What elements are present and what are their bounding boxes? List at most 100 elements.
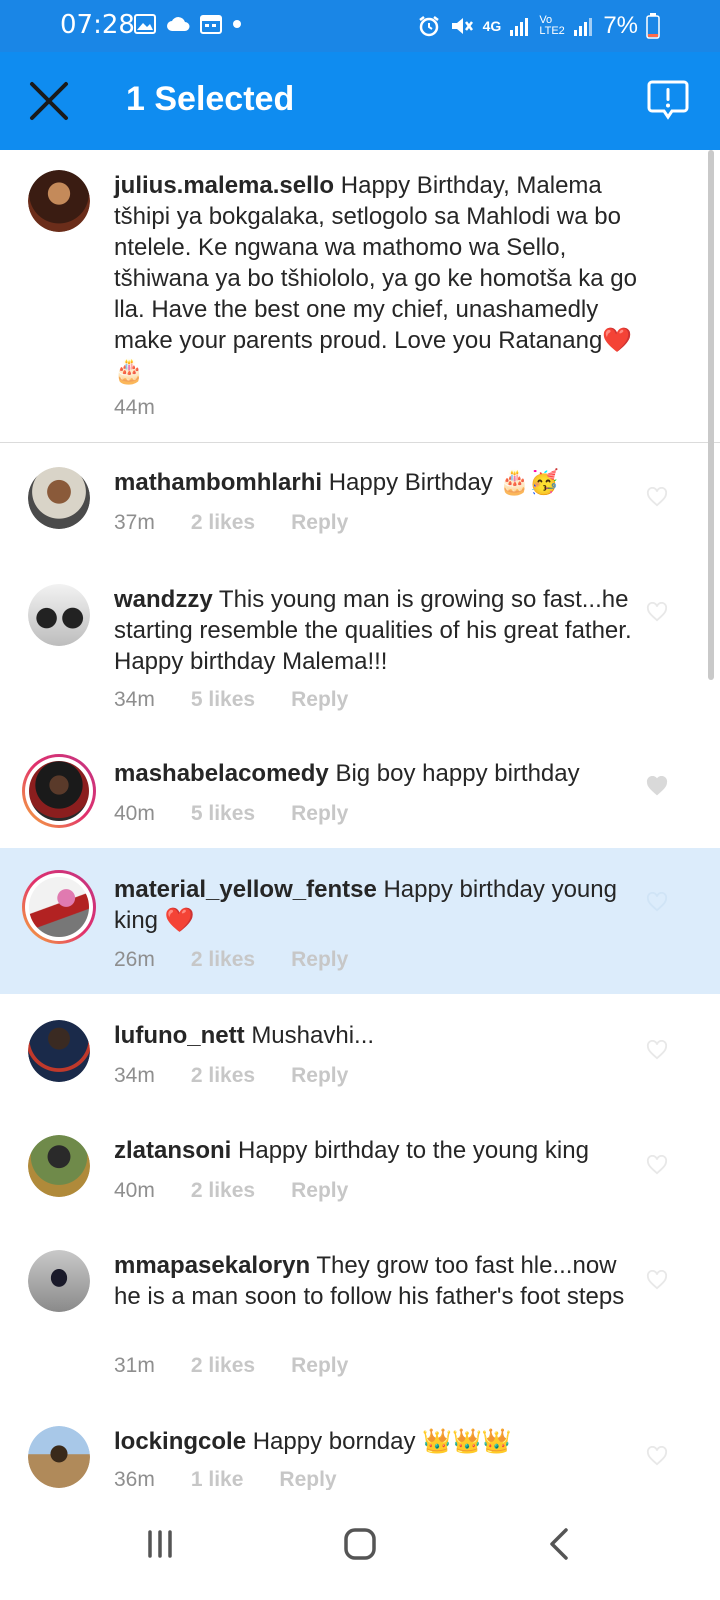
signal-icon-2	[574, 18, 593, 36]
status-right-icons: 4G Vo LTE2 7%	[417, 12, 660, 40]
heart-icon[interactable]	[646, 487, 668, 507]
comment-text: mmapasekaloryn They grow too fast hle...…	[114, 1250, 644, 1312]
comment-body: Mushavhi...	[251, 1022, 375, 1049]
comment-time: 31m	[114, 1354, 155, 1377]
home-icon[interactable]	[332, 1516, 388, 1572]
heart-icon-filled[interactable]	[646, 776, 668, 796]
avatar[interactable]	[28, 1250, 90, 1312]
heart-icon[interactable]	[646, 1040, 668, 1060]
comment-item[interactable]: mathambomhlarhi Happy Birthday 🎂🥳 37m 2 …	[0, 443, 720, 556]
heart-icon[interactable]	[646, 602, 668, 622]
comment-time: 34m	[114, 1064, 155, 1087]
comment-username[interactable]: wandzzy	[114, 586, 213, 613]
recents-icon[interactable]	[132, 1516, 188, 1572]
heart-icon[interactable]	[646, 892, 668, 912]
avatar-story[interactable]	[22, 754, 96, 828]
reply-link[interactable]: Reply	[279, 1468, 336, 1492]
avatar[interactable]	[28, 1426, 90, 1488]
comment-item[interactable]: mashabelacomedy Big boy happy birthday 4…	[0, 732, 720, 848]
comment-body: Happy Birthday 🎂🥳	[328, 469, 560, 496]
comment-time: 36m	[114, 1468, 155, 1491]
comment-text: lufuno_nett Mushavhi...	[114, 1020, 644, 1051]
reply-link[interactable]: Reply	[291, 1179, 348, 1203]
comment-text: mathambomhlarhi Happy Birthday 🎂🥳	[114, 467, 644, 498]
comment-username[interactable]: mathambomhlarhi	[114, 469, 322, 496]
alarm-icon	[418, 16, 439, 37]
battery-percent: 7%	[603, 12, 638, 39]
scrollbar[interactable]	[708, 150, 714, 680]
comments-list[interactable]: julius.malema.sello Happy Birthday, Male…	[0, 150, 720, 1510]
comment-text: mashabelacomedy Big boy happy birthday	[114, 758, 644, 789]
comment-text: lockingcole Happy bornday 👑👑👑	[114, 1426, 644, 1457]
calendar-icon	[200, 15, 222, 34]
comment-time: 34m	[114, 688, 155, 711]
avatar-story[interactable]	[22, 870, 96, 944]
comment-item[interactable]: mmapasekaloryn They grow too fast hle...…	[0, 1224, 720, 1400]
likes-link[interactable]: 2 likes	[191, 948, 255, 972]
comment-time: 40m	[114, 802, 155, 825]
comment-time: 37m	[114, 511, 155, 534]
status-left-icons	[134, 14, 242, 34]
back-icon[interactable]	[532, 1516, 588, 1572]
reply-link[interactable]: Reply	[291, 511, 348, 535]
cloud-icon	[167, 17, 190, 31]
comment-item[interactable]: wandzzy This young man is growing so fas…	[0, 556, 720, 732]
selection-app-bar: 1 Selected	[0, 52, 720, 150]
reply-link[interactable]: Reply	[291, 1064, 348, 1088]
likes-link[interactable]: 5 likes	[191, 802, 255, 826]
comment-meta: 34m 5 likes Reply	[114, 688, 348, 712]
avatar[interactable]	[28, 1020, 90, 1082]
caption-time: 44m	[114, 396, 155, 419]
likes-link[interactable]: 2 likes	[191, 1354, 255, 1378]
avatar[interactable]	[28, 584, 90, 646]
comment-meta: 36m 1 like Reply	[114, 1468, 337, 1492]
comment-time: 40m	[114, 1179, 155, 1202]
comment-text: zlatansoni Happy birthday to the young k…	[114, 1135, 644, 1166]
status-time: 07:28	[60, 10, 135, 40]
comment-meta: 40m 5 likes Reply	[114, 802, 348, 826]
likes-link[interactable]: 2 likes	[191, 1179, 255, 1203]
comment-username[interactable]: material_yellow_fentse	[114, 876, 377, 903]
caption-item[interactable]: julius.malema.sello Happy Birthday, Male…	[0, 150, 720, 442]
dot-icon	[233, 20, 241, 28]
comment-body: Happy bornday 👑👑👑	[252, 1428, 512, 1455]
heart-icon[interactable]	[646, 1270, 668, 1290]
comment-body: Happy birthday to the young king	[238, 1137, 589, 1164]
image-icon	[134, 14, 156, 34]
report-icon[interactable]	[646, 78, 690, 122]
comment-meta: 34m 2 likes Reply	[114, 1064, 348, 1088]
reply-link[interactable]: Reply	[291, 948, 348, 972]
comment-item[interactable]: lufuno_nett Mushavhi... 34m 2 likes Repl…	[0, 994, 720, 1109]
signal-icon	[510, 18, 529, 36]
likes-link[interactable]: 1 like	[191, 1468, 244, 1492]
comment-username[interactable]: mashabelacomedy	[114, 760, 329, 787]
comment-username[interactable]: zlatansoni	[114, 1137, 231, 1164]
likes-link[interactable]: 2 likes	[191, 1064, 255, 1088]
reply-link[interactable]: Reply	[291, 1354, 348, 1378]
heart-icon[interactable]	[646, 1155, 668, 1175]
avatar[interactable]	[28, 170, 90, 232]
comment-username[interactable]: lufuno_nett	[114, 1022, 245, 1049]
comment-text: material_yellow_fentse Happy birthday yo…	[114, 874, 644, 936]
likes-link[interactable]: 2 likes	[191, 511, 255, 535]
system-nav-bar	[0, 1490, 720, 1600]
network-type: 4G	[482, 18, 502, 34]
caption-body: Happy Birthday, Malema tšhipi ya bokgala…	[114, 172, 637, 385]
comment-username[interactable]: lockingcole	[114, 1428, 246, 1455]
avatar[interactable]	[28, 1135, 90, 1197]
caption-meta: 44m	[114, 396, 155, 420]
reply-link[interactable]: Reply	[291, 802, 348, 826]
heart-icon[interactable]	[646, 1446, 668, 1466]
avatar[interactable]	[28, 467, 90, 529]
comment-item[interactable]: zlatansoni Happy birthday to the young k…	[0, 1109, 720, 1224]
comment-username[interactable]: mmapasekaloryn	[114, 1252, 310, 1279]
close-icon[interactable]	[26, 78, 72, 124]
comment-item-selected[interactable]: material_yellow_fentse Happy birthday yo…	[0, 848, 720, 994]
caption-username[interactable]: julius.malema.sello	[114, 172, 334, 199]
volte-label: Vo LTE2	[539, 14, 565, 37]
comment-meta: 40m 2 likes Reply	[114, 1179, 348, 1203]
comment-body: Big boy happy birthday	[335, 760, 580, 787]
reply-link[interactable]: Reply	[291, 688, 348, 712]
caption-text: julius.malema.sello Happy Birthday, Male…	[114, 170, 644, 387]
likes-link[interactable]: 5 likes	[191, 688, 255, 712]
